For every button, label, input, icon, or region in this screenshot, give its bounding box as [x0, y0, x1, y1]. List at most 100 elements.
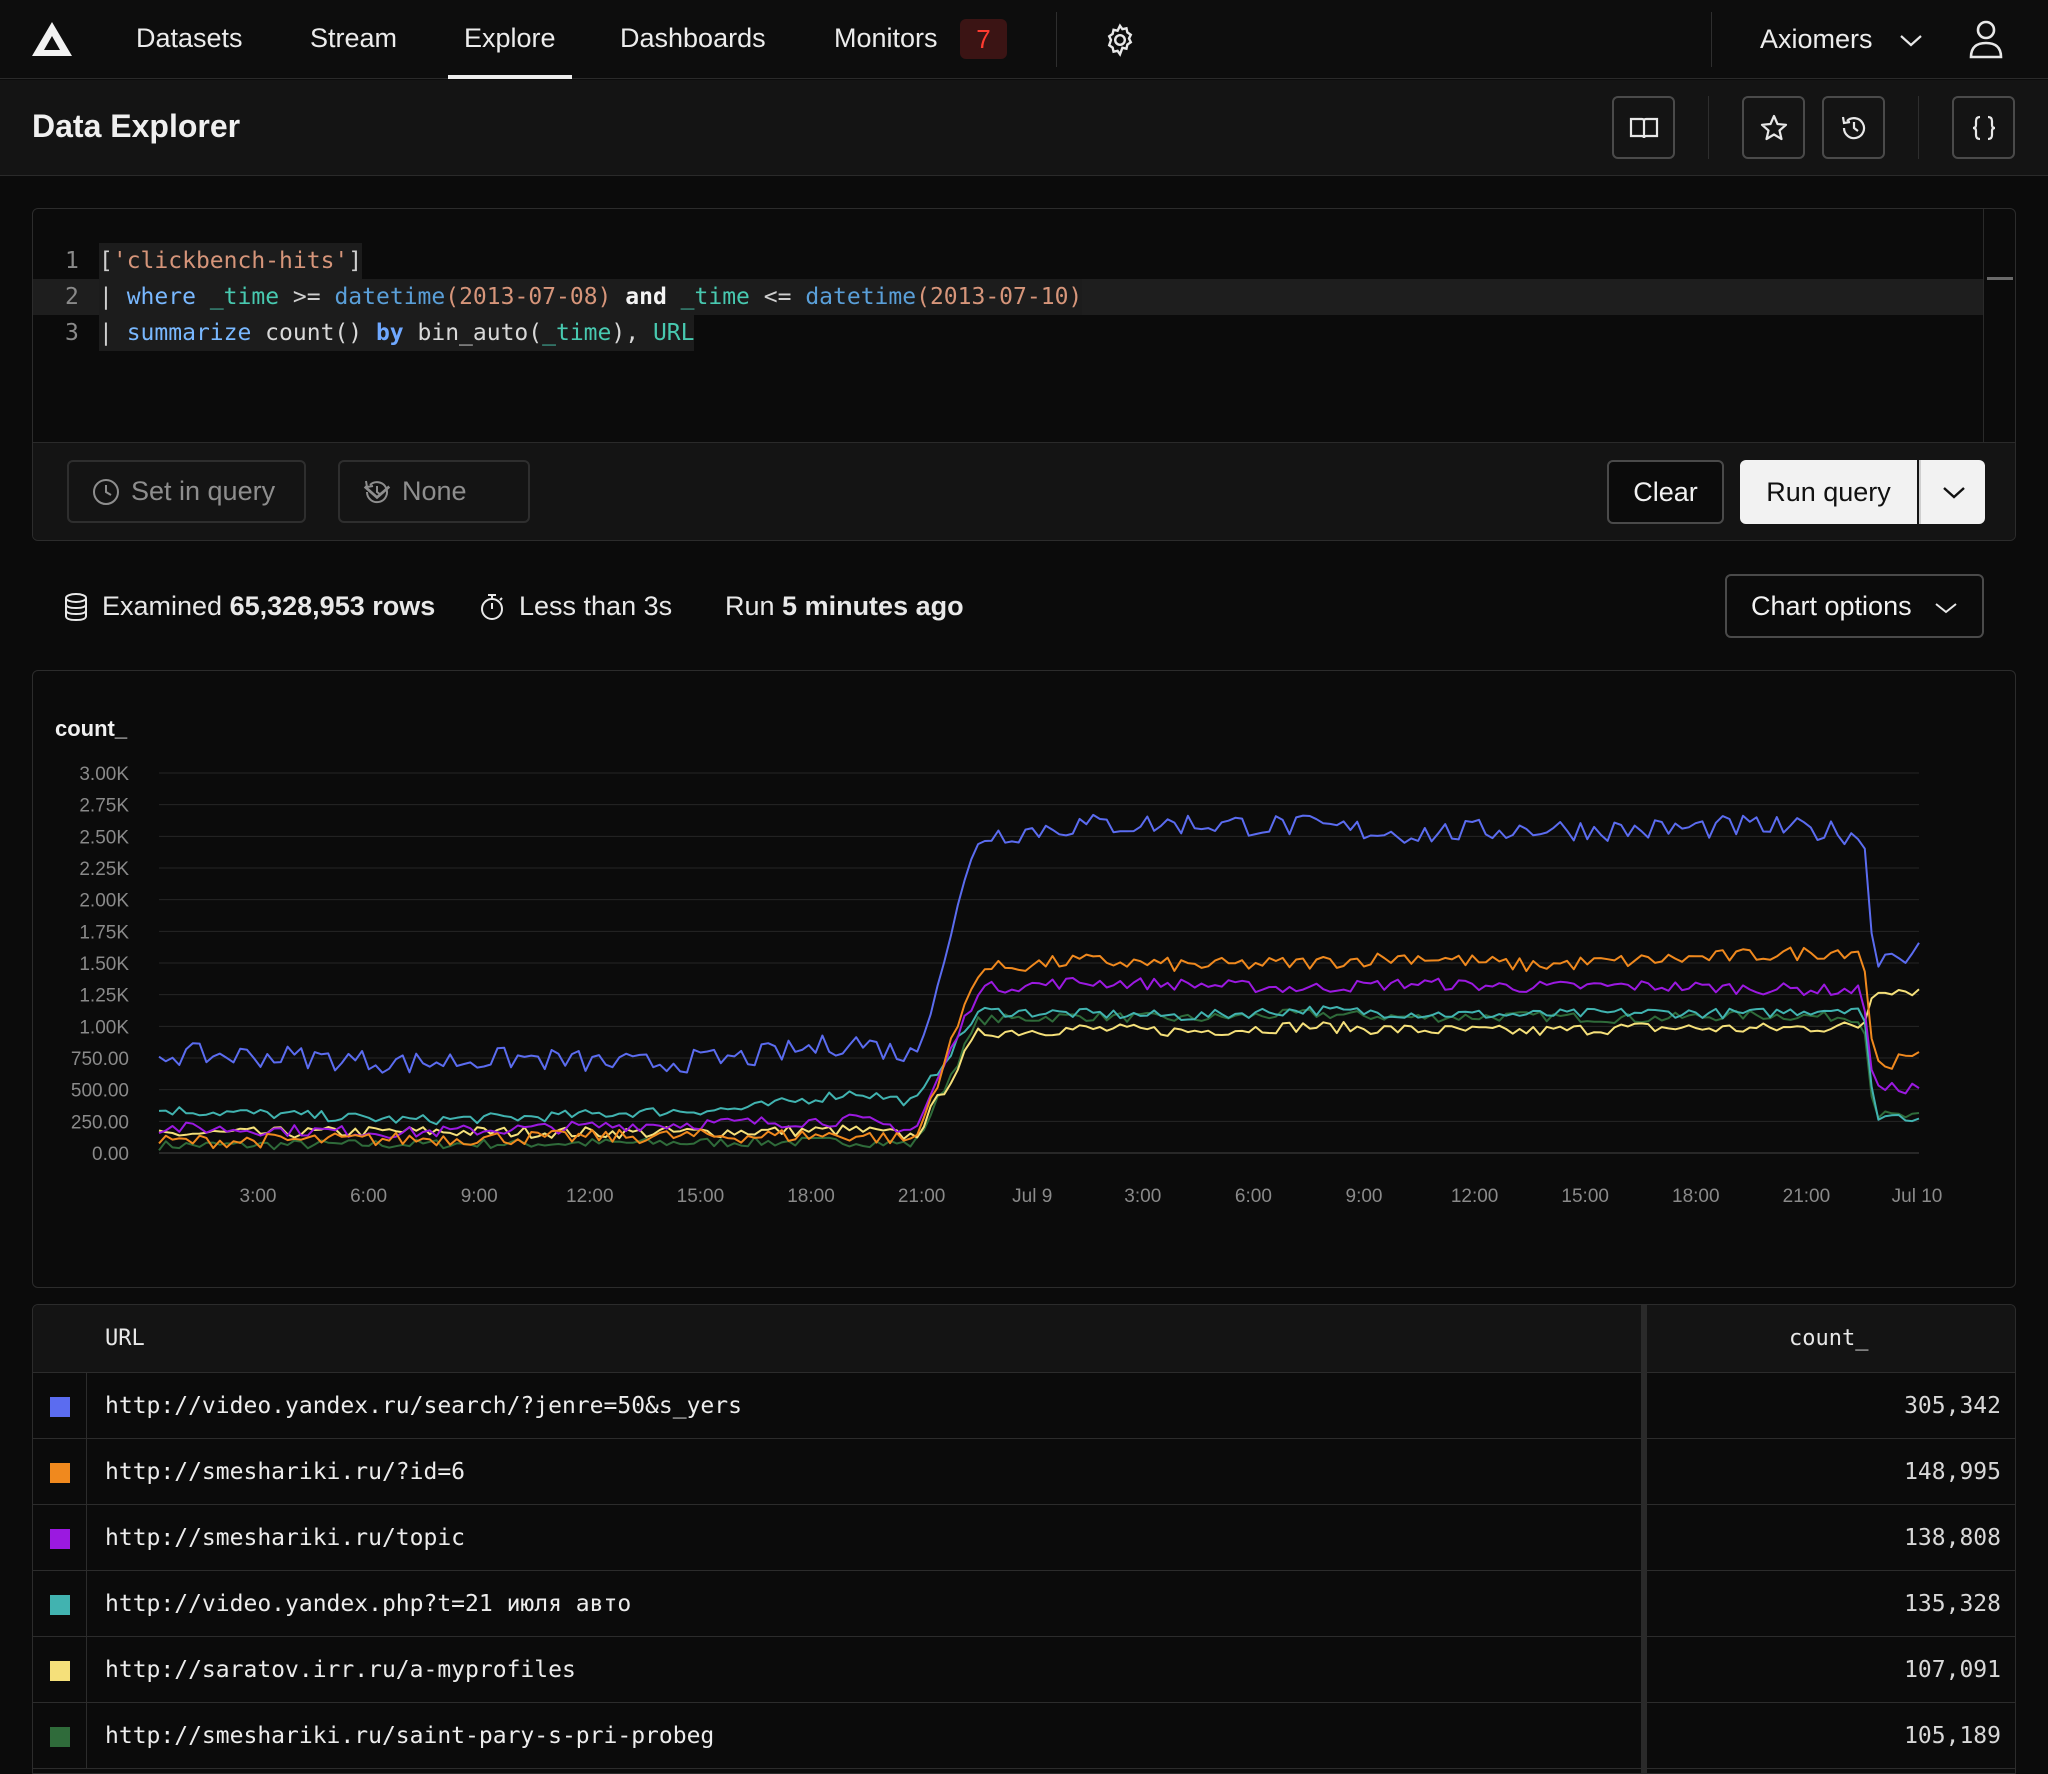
y-tick-label: 2.00K	[79, 891, 129, 912]
x-tick-label: 21:00	[1783, 1186, 1831, 1207]
url-cell[interactable]: http://video.yandex.php?t=21 июля авто	[105, 1571, 631, 1637]
series-color-swatch	[50, 1397, 70, 1417]
examined-label: Examined	[102, 591, 223, 621]
results-table: URL count_ http://video.yandex.ru/search…	[32, 1304, 2016, 1774]
table-row[interactable]: http://saratov.irr.ru/a-myprofiles 107,09…	[33, 1637, 2015, 1703]
x-tick-label: 6:00	[350, 1186, 387, 1207]
chart-panel: 0.00 250.00 500.00 750.00 1.00K 1.25K 1.50K 1.7…	[32, 670, 2016, 1288]
code-text[interactable]: | summarize count() by bin_auto(_time), …	[99, 315, 695, 351]
table-row[interactable]: http://video.yandex.php?t=21 июля авто 13…	[33, 1571, 2015, 1637]
database-icon	[65, 593, 87, 622]
code-line[interactable]: 3 | summarize count() by bin_auto(_time),…	[33, 315, 1983, 351]
nav-divider	[1711, 12, 1712, 67]
header-divider	[1708, 96, 1709, 159]
y-tick-label: 2.75K	[79, 796, 129, 817]
url-cell[interactable]: http://saratov.irr.ru/a-myprofiles	[105, 1637, 576, 1703]
swatch-cell	[33, 1571, 87, 1637]
code-line[interactable]: 2 | where _time >= datetime(2013-07-08) a…	[33, 279, 1983, 315]
page-title: Data Explorer	[32, 108, 241, 144]
apl-json-button[interactable]	[1952, 96, 2015, 159]
table-row[interactable]: http://smeshariki.ru/saint-pary-s-pri-pr…	[33, 1703, 2015, 1769]
y-tick-label: 250.00	[71, 1112, 129, 1133]
run-query-button[interactable]: Run query	[1740, 460, 1917, 524]
column-header-url[interactable]: URL	[105, 1305, 145, 1373]
url-cell[interactable]: http://smeshariki.ru/?id=6	[105, 1439, 465, 1505]
count-cell: 138,808	[1904, 1525, 2001, 1551]
swatch-cell	[33, 1373, 87, 1439]
docs-button[interactable]	[1612, 96, 1675, 159]
table-row[interactable]: http://smeshariki.ru/topic 138,808	[33, 1505, 2015, 1571]
series-color-swatch	[50, 1661, 70, 1681]
chevron-down-icon[interactable]	[1898, 28, 1924, 52]
run-time-stat: Run 5 minutes ago	[725, 574, 964, 638]
nav-datasets[interactable]: Datasets	[136, 0, 243, 79]
y-tick-label: 1.50K	[79, 954, 129, 975]
chart-options-label: Chart options	[1751, 591, 1912, 621]
nav-explore[interactable]: Explore	[448, 0, 572, 79]
org-switcher[interactable]: Axiomers	[1760, 0, 1873, 79]
compare-button[interactable]: None	[338, 460, 530, 523]
star-button[interactable]	[1742, 96, 1805, 159]
x-tick-label: 9:00	[461, 1186, 498, 1207]
swatch-cell	[33, 1637, 87, 1703]
top-nav: Datasets Stream Explore Dashboards Monit…	[0, 0, 2048, 79]
url-cell[interactable]: http://smeshariki.ru/topic	[105, 1505, 465, 1571]
url-cell[interactable]: http://video.yandex.ru/search/?jenre=50&…	[105, 1373, 742, 1439]
series-color-swatch	[50, 1727, 70, 1747]
column-header-count[interactable]: count_	[1789, 1305, 1868, 1373]
y-axis-label: count_	[55, 716, 128, 741]
clear-button[interactable]: Clear	[1607, 460, 1724, 524]
time-range-label: Set in query	[131, 476, 276, 506]
x-tick-label: 6:00	[1235, 1186, 1272, 1207]
x-tick-label: 15:00	[1561, 1186, 1609, 1207]
x-tick-label: Jul 10	[1892, 1186, 1943, 1207]
y-tick-label: 2.50K	[79, 827, 129, 848]
table-header: URL count_	[33, 1305, 2015, 1373]
swatch-cell	[33, 1505, 87, 1571]
series-line[interactable]	[158, 1005, 1920, 1126]
chevron-down-icon	[1935, 603, 1957, 614]
editor-scroll-thumb[interactable]	[1987, 277, 2013, 280]
x-tick-label: 12:00	[566, 1186, 614, 1207]
query-editor[interactable]: 1 ['clickbench-hits'] 2 | where _time >= da…	[32, 208, 2016, 541]
x-tick-label: 18:00	[1672, 1186, 1720, 1207]
examined-stat: Examined 65,328,953 rows	[62, 574, 435, 638]
series-color-swatch	[50, 1595, 70, 1615]
x-tick-label: 15:00	[677, 1186, 725, 1207]
run-query-dropdown[interactable]	[1919, 460, 1985, 524]
count-cell: 105,189	[1904, 1723, 2001, 1749]
user-icon[interactable]	[1968, 19, 2004, 59]
nav-dashboards[interactable]: Dashboards	[620, 0, 766, 79]
history-button[interactable]	[1822, 96, 1885, 159]
timeseries-chart[interactable]: 0.00 250.00 500.00 750.00 1.00K 1.25K 1.50K 1.7…	[33, 671, 2016, 1288]
series-color-swatch	[50, 1463, 70, 1483]
stopwatch-icon	[481, 594, 503, 620]
header-divider	[1918, 96, 1919, 159]
book-icon	[1629, 117, 1658, 138]
gear-icon[interactable]	[1102, 22, 1138, 58]
url-cell[interactable]: http://smeshariki.ru/saint-pary-s-pri-pr…	[105, 1703, 714, 1769]
time-range-button[interactable]: Set in query	[67, 460, 306, 523]
chevron-down-icon	[363, 485, 391, 500]
page-header: Data Explorer	[0, 80, 2048, 176]
clock-icon	[93, 479, 119, 505]
code-area[interactable]: 1 ['clickbench-hits'] 2 | where _time >= da…	[33, 209, 1983, 442]
braces-icon	[1972, 115, 1995, 140]
axiom-logo-icon[interactable]	[30, 20, 74, 58]
column-divider[interactable]	[1641, 1305, 1647, 1773]
table-row[interactable]: http://smeshariki.ru/?id=6 148,995	[33, 1439, 2015, 1505]
code-text[interactable]: ['clickbench-hits']	[99, 243, 363, 279]
x-tick-label: Jul 9	[1012, 1186, 1052, 1207]
nav-monitors[interactable]: Monitors	[834, 0, 938, 79]
y-tick-label: 0.00	[92, 1144, 129, 1165]
x-tick-label: 9:00	[1346, 1186, 1383, 1207]
series-line[interactable]	[158, 946, 1920, 1150]
count-cell: 148,995	[1904, 1459, 2001, 1485]
count-cell: 107,091	[1904, 1657, 2001, 1683]
nav-stream[interactable]: Stream	[310, 0, 397, 79]
editor-scrollbar[interactable]	[1983, 209, 2015, 442]
chart-options-button[interactable]: Chart options	[1725, 574, 1984, 638]
code-line[interactable]: 1 ['clickbench-hits']	[33, 243, 1983, 279]
code-text[interactable]: | where _time >= datetime(2013-07-08) an…	[99, 279, 1083, 315]
table-row[interactable]: http://video.yandex.ru/search/?jenre=50&…	[33, 1373, 2015, 1439]
